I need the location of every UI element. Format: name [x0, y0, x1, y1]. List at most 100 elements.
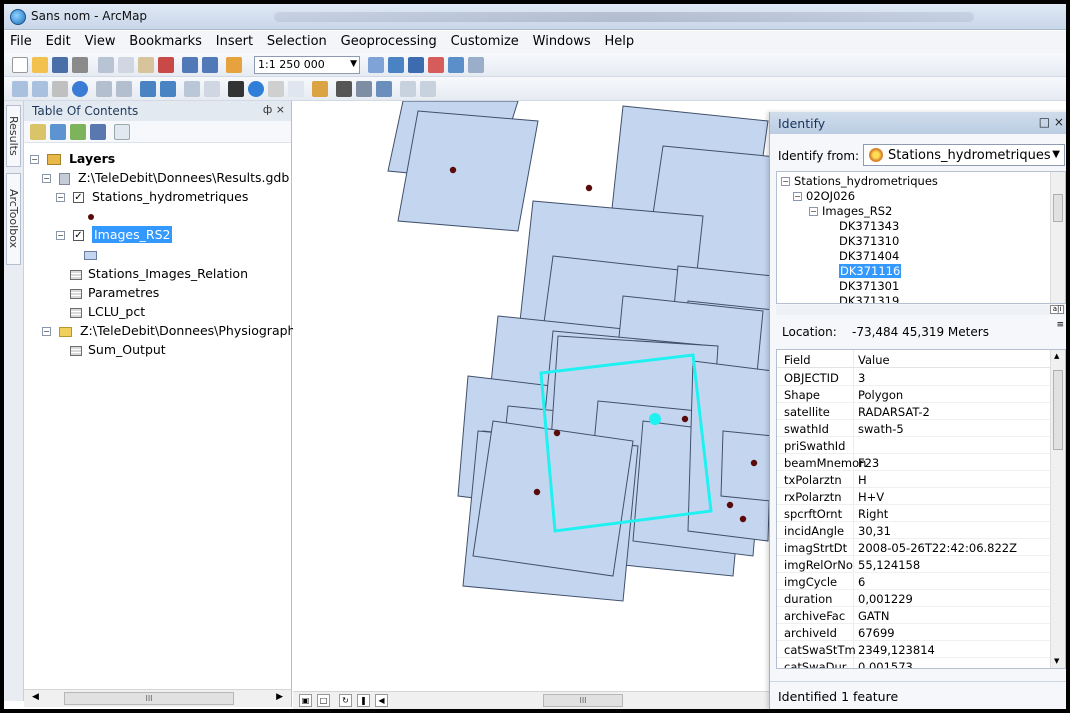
identify-icon[interactable] [248, 81, 264, 97]
html-popup-icon[interactable] [288, 81, 304, 97]
fixed-zoom-in-icon[interactable] [96, 81, 112, 97]
layer-stations[interactable]: − ✓ Stations_hydrometriques [56, 189, 248, 208]
options-icon[interactable] [114, 124, 130, 140]
toc-window-controls[interactable]: ф × [263, 103, 285, 116]
catalog-icon[interactable] [408, 57, 424, 73]
zoom-in-icon[interactable] [12, 81, 28, 97]
collapse-icon[interactable]: − [781, 177, 790, 186]
swap-panels-icon[interactable]: a|i [1050, 305, 1064, 314]
identify-from-select[interactable]: Stations_hydrometriques ▼ [863, 144, 1065, 166]
list-by-visibility-icon[interactable] [70, 124, 86, 140]
attribute-row[interactable]: spcrftOrnt Right [777, 505, 1052, 522]
tree-vertical-scrollbar[interactable] [1050, 172, 1065, 303]
toolbox-icon[interactable] [428, 57, 444, 73]
hyperlink-icon[interactable] [268, 81, 284, 97]
layout-view-button[interactable]: □ [317, 694, 330, 707]
redo-icon[interactable] [202, 57, 218, 73]
find-icon[interactable] [336, 81, 352, 97]
list-by-drawing-order-icon[interactable] [30, 124, 46, 140]
map-scale-combo[interactable]: 1:1 250 000 ▼ [254, 56, 360, 74]
collapse-icon[interactable]: − [793, 192, 802, 201]
tree-item[interactable]: DK371301 [839, 279, 899, 294]
scroll-right-icon[interactable]: ▶ [276, 692, 283, 702]
time-slider-icon[interactable] [400, 81, 416, 97]
attribute-row[interactable]: duration 0,001229 [777, 590, 1052, 607]
find-route-icon[interactable] [356, 81, 372, 97]
attribute-row[interactable]: catSwaDur 0.001573 [777, 658, 1052, 668]
add-data-icon[interactable] [226, 57, 242, 73]
menu-help[interactable]: Help [601, 31, 639, 52]
select-features-icon[interactable] [184, 81, 200, 97]
scroll-up-icon[interactable]: ▲ [1054, 352, 1059, 360]
stations-symbol[interactable] [88, 208, 94, 227]
collapse-icon[interactable]: − [56, 231, 65, 240]
tree-station[interactable]: −02OJ026 [793, 189, 855, 204]
pan-icon[interactable] [52, 81, 68, 97]
folder-node-physio[interactable]: − Z:\TeleDebit\Donnees\Physiographiqu [42, 323, 315, 342]
attribute-row[interactable]: archiveFac GATN [777, 607, 1052, 624]
arctoolbox-tab[interactable]: ArcToolbox [6, 173, 21, 265]
menu-customize[interactable]: Customize [447, 31, 523, 52]
zoom-out-icon[interactable] [32, 81, 48, 97]
refresh-button[interactable]: ↻ [339, 694, 352, 707]
tree-root[interactable]: − Stations_hydrometriques [781, 174, 938, 189]
collapse-icon[interactable]: − [56, 193, 65, 202]
data-view-button[interactable]: ▣ [299, 694, 312, 707]
attribute-row[interactable]: imgCycle 6 [777, 573, 1052, 590]
layer-visibility-checkbox[interactable]: ✓ [72, 230, 84, 241]
select-elements-icon[interactable] [228, 81, 244, 97]
gdb-node-results[interactable]: − Z:\TeleDebit\Donnees\Results.gdb [42, 170, 289, 189]
table-stations-images[interactable]: Stations_Images_Relation [70, 266, 248, 285]
map-scroll-thumb[interactable]: III [543, 694, 623, 707]
menu-windows[interactable]: Windows [529, 31, 595, 52]
table-sum-output[interactable]: Sum_Output [70, 342, 166, 361]
pause-drawing-button[interactable]: ❚ [357, 694, 370, 707]
scroll-left-icon[interactable]: ◀ [32, 692, 39, 702]
menu-selection[interactable]: Selection [263, 31, 331, 52]
tree-item[interactable]: DK371319 [839, 294, 899, 303]
table-window-icon[interactable] [388, 57, 404, 73]
undo-icon[interactable] [182, 57, 198, 73]
menu-edit[interactable]: Edit [42, 31, 75, 52]
fixed-zoom-out-icon[interactable] [116, 81, 132, 97]
print-icon[interactable] [72, 57, 88, 73]
editor-icon[interactable] [368, 57, 384, 73]
collapse-icon[interactable]: − [42, 327, 51, 336]
attribute-row[interactable]: satellite RADARSAT-2 [777, 403, 1052, 420]
attribute-row[interactable]: catSwaStTm 2349,123814 [777, 641, 1052, 658]
scroll-thumb[interactable] [1053, 370, 1063, 450]
attributes-vertical-scrollbar[interactable]: ▲ ▼ [1050, 350, 1065, 668]
copy-icon[interactable] [118, 57, 134, 73]
attribute-row[interactable]: archiveId 67699 [777, 624, 1052, 641]
collapse-icon[interactable]: − [30, 155, 39, 164]
scroll-thumb[interactable] [1053, 194, 1063, 222]
tree-item-selected[interactable]: DK371116 [839, 264, 902, 279]
attribute-row[interactable]: Shape Polygon [777, 386, 1052, 403]
cut-icon[interactable] [98, 57, 114, 73]
modelbuilder-icon[interactable] [468, 57, 484, 73]
tree-item[interactable]: DK371310 [839, 234, 899, 249]
collapse-icon[interactable]: − [42, 174, 51, 183]
go-to-xy-icon[interactable] [376, 81, 392, 97]
list-by-source-icon[interactable] [50, 124, 66, 140]
attribute-row[interactable]: imagStrtDt 2008-05-26T22:42:06.822Z [777, 539, 1052, 556]
scroll-thumb[interactable]: III [64, 692, 234, 705]
new-document-icon[interactable] [12, 57, 28, 73]
table-lclu[interactable]: LCLU_pct [70, 304, 145, 323]
field-header[interactable]: Field [784, 353, 811, 367]
attribute-row[interactable]: beamMnemon F23 [777, 454, 1052, 471]
panel-splitter[interactable]: a|i [776, 305, 1066, 315]
tree-item[interactable]: DK371343 [839, 219, 899, 234]
attribute-row[interactable]: rxPolarztn H+V [777, 488, 1052, 505]
table-parametres[interactable]: Parametres [70, 285, 159, 304]
attribute-row[interactable]: txPolarztn H [777, 471, 1052, 488]
results-tab[interactable]: Results [6, 105, 21, 167]
menu-bookmarks[interactable]: Bookmarks [125, 31, 206, 52]
layer-images[interactable]: − ✓ Images_RS2 [56, 226, 173, 246]
back-extent-icon[interactable] [140, 81, 156, 97]
delete-icon[interactable] [158, 57, 174, 73]
identify-window-controls[interactable]: □ × [1039, 115, 1064, 129]
menu-file[interactable]: File [6, 31, 36, 52]
attribute-row[interactable]: OBJECTID 3 [777, 369, 1052, 386]
menu-view[interactable]: View [81, 31, 120, 52]
